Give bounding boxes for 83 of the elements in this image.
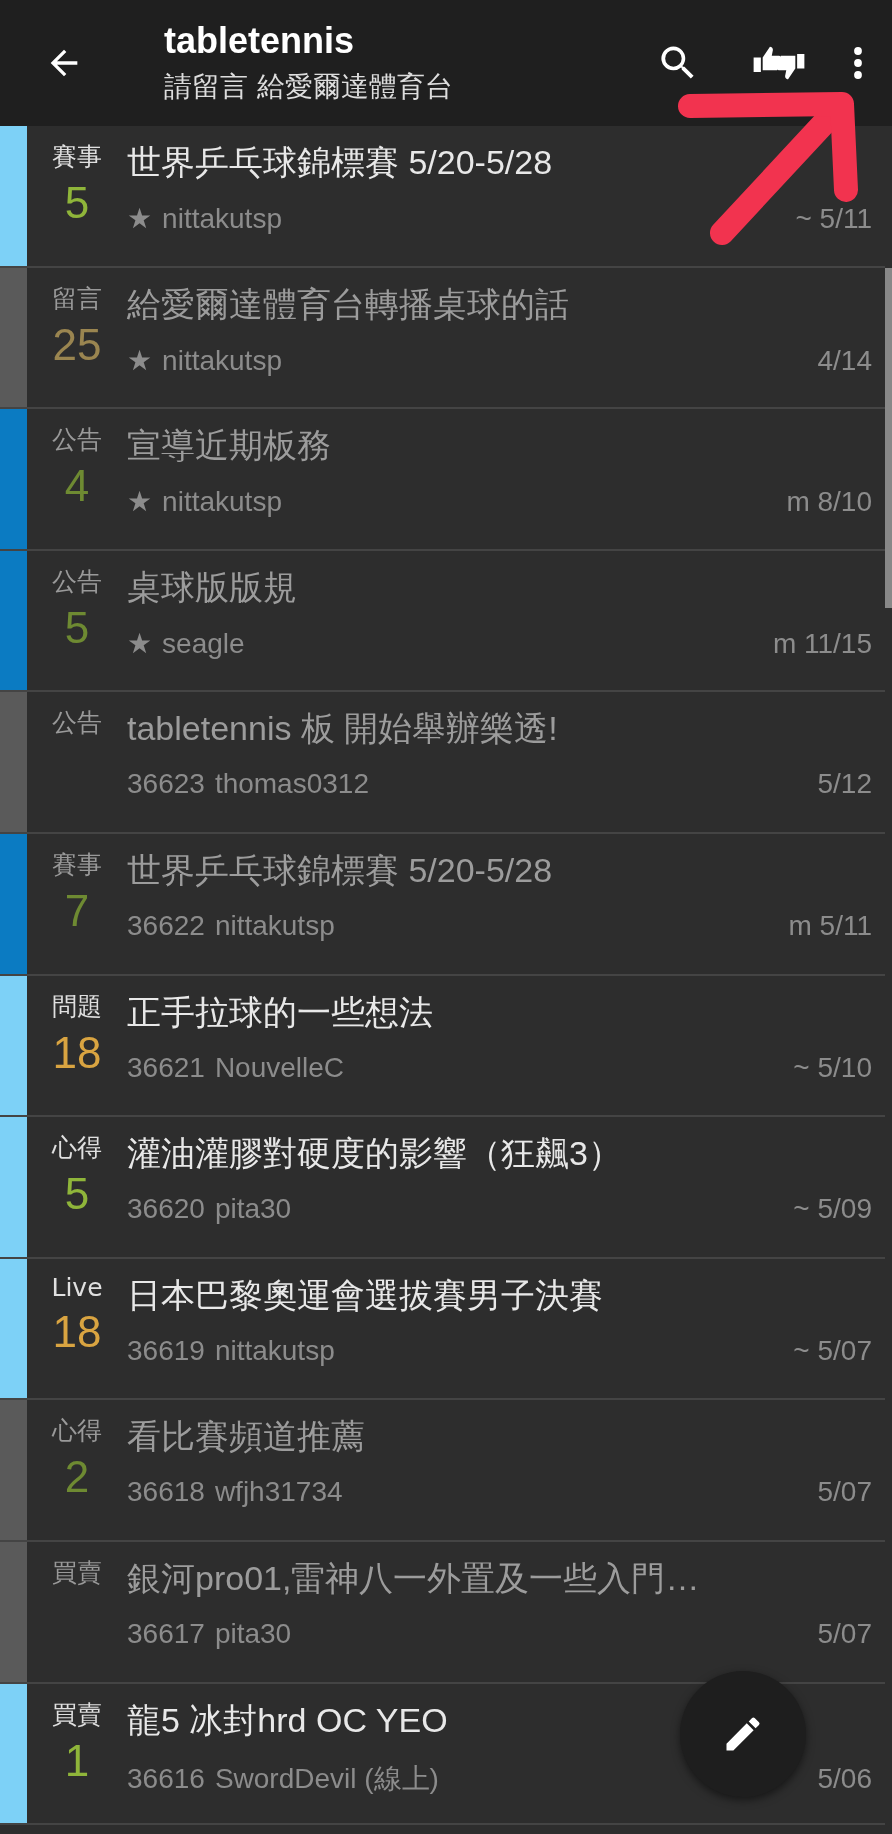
post-author: nittakutsp	[162, 486, 282, 519]
post-date: ~ 5/09	[793, 1193, 872, 1226]
post-author: wfjh31734	[214, 1476, 343, 1509]
post-title: 銀河pro01,雷神八一外置及一些入門…	[127, 1557, 700, 1599]
post-row[interactable]: 公告 4 宣導近期板務 ★ nittakutsp m 8/10	[0, 409, 885, 551]
post-author: seagle	[162, 627, 245, 660]
category-label: 公告	[52, 707, 102, 740]
board-title: tabletennis	[164, 20, 356, 62]
post-number: ★	[127, 626, 153, 660]
push-count: 18	[52, 1030, 102, 1075]
category-label: 買賣	[52, 1698, 102, 1731]
category-label: 心得	[52, 1415, 102, 1448]
post-title: 宣導近期板務	[127, 425, 331, 467]
push-count: 5	[64, 1172, 90, 1217]
post-number: 36616	[127, 1762, 205, 1795]
post-title: 世界乒乓球錦標賽 5/20-5/28	[127, 849, 553, 891]
board-subtitle: 請留言 給愛爾達體育台	[164, 69, 454, 105]
post-title: 日本巴黎奧運會選拔賽男子決賽	[127, 1274, 603, 1316]
category-label: 公告	[52, 424, 102, 457]
post-date: m 5/11	[788, 909, 872, 942]
post-author: nittakutsp	[162, 203, 282, 235]
category-label: 留言	[52, 282, 102, 315]
post-title: 龍5 冰封hrd OC YEO	[127, 1699, 448, 1741]
post-author: pita30	[214, 1193, 292, 1226]
post-author: nittakutsp	[214, 1334, 335, 1367]
post-row[interactable]: Live 18 日本巴黎奧運會選拔賽男子決賽 36619 nittakutsp ~ 5/07	[0, 1258, 885, 1401]
post-date: 5/06	[817, 1762, 872, 1795]
post-title: 看比賽頻道推薦	[127, 1416, 365, 1458]
post-number: 36617	[127, 1617, 205, 1650]
post-row[interactable]: 公告 tabletennis 板 開始舉辦樂透! 36623 thomas0312 5/12	[0, 692, 885, 834]
post-title: 給愛爾達體育台轉播桌球的話	[127, 283, 569, 325]
post-date: 4/14	[817, 344, 872, 377]
post-date: ~ 5/07	[793, 1334, 872, 1367]
category-label: 公告	[52, 565, 102, 598]
category-label: 問題	[52, 990, 102, 1023]
post-row[interactable]: 問題 18 正手拉球的一些想法 36621 NouvelleC ~ 5/10	[0, 975, 885, 1118]
category-label: 買賣	[52, 1556, 102, 1589]
category-label: 心得	[52, 1132, 102, 1165]
post-row[interactable]: 心得 5 灌油灌膠對硬度的影響（狂飆3） 36620 pita30 ~ 5/09	[0, 1117, 885, 1259]
push-count: 4	[64, 464, 90, 509]
post-title: tabletennis 板 開始舉辦樂透!	[127, 708, 558, 750]
post-date: m 8/10	[786, 486, 872, 519]
post-title: 正手拉球的一些想法	[127, 991, 433, 1033]
push-count: 5	[64, 605, 90, 650]
post-date: ~ 5/10	[793, 1051, 872, 1084]
post-date: m 11/15	[772, 627, 872, 660]
post-title: 世界乒乓球錦標賽 5/20-5/28	[127, 142, 553, 183]
post-author: pita30	[214, 1617, 292, 1650]
push-count: 7	[64, 888, 90, 933]
push-count: 1	[64, 1738, 90, 1783]
post-title: 桌球版版規	[127, 566, 297, 608]
post-date: ~ 5/11	[795, 203, 872, 235]
scrollbar-thumb[interactable]	[885, 268, 892, 608]
push-count: 2	[64, 1455, 90, 1500]
post-author: SwordDevil (線上)	[214, 1761, 439, 1796]
push-count: 25	[52, 322, 102, 367]
post-number: ★	[127, 343, 153, 377]
post-number: ★	[127, 485, 153, 519]
category-label: 賽事	[52, 141, 102, 173]
push-count: 5	[64, 181, 90, 225]
post-row[interactable]: 賽事 7 世界乒乓球錦標賽 5/20-5/28 36622 nittakutsp m 5/11	[0, 833, 885, 976]
post-number: 36618	[127, 1476, 205, 1509]
post-number: 36621	[127, 1051, 205, 1084]
post-author: nittakutsp	[162, 344, 282, 377]
post-number: 36623	[127, 768, 205, 801]
category-label: Live	[51, 1272, 103, 1302]
post-author: thomas0312	[214, 768, 369, 801]
post-author: NouvelleC	[214, 1051, 345, 1084]
post-author: nittakutsp	[214, 909, 335, 942]
post-row[interactable]: 賽事 5 世界乒乓球錦標賽 5/20-5/28 ★ nittakutsp ~ 5/11	[0, 126, 885, 268]
post-date: 5/12	[817, 768, 872, 801]
post-number: 36620	[127, 1193, 205, 1226]
post-number: 36622	[127, 909, 205, 942]
post-row[interactable]: 公告 5 桌球版版規 ★ seagle m 11/15	[0, 550, 885, 693]
post-date: 5/07	[817, 1617, 872, 1650]
push-count: 18	[52, 1309, 102, 1354]
post-row[interactable]: 留言 25 給愛爾達體育台轉播桌球的話 ★ nittakutsp 4/14	[0, 267, 885, 410]
post-number: ★	[127, 202, 153, 235]
post-number: 36619	[127, 1334, 205, 1367]
post-row[interactable]: 心得 2 看比賽頻道推薦 36618 wfjh31734 5/07	[0, 1400, 885, 1542]
post-title: 灌油灌膠對硬度的影響（狂飆3）	[127, 1133, 622, 1175]
category-label: 賽事	[52, 848, 102, 881]
post-date: 5/07	[817, 1476, 872, 1509]
